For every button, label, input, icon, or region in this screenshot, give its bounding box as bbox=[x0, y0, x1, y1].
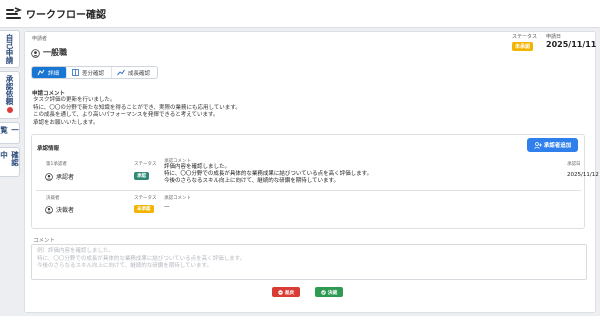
user-icon bbox=[45, 172, 53, 181]
return-icon bbox=[277, 289, 283, 295]
comment-textarea[interactable]: 例）評価内容を確認しました。 特に、〇〇分野での成長が具体的な業務成果に結びつい… bbox=[31, 244, 587, 280]
status-label: ステータス bbox=[134, 162, 157, 167]
tab-label: 成長確認 bbox=[128, 70, 151, 77]
comment-label: 承認コメント bbox=[164, 196, 191, 201]
status-label: ステータス bbox=[512, 34, 538, 40]
approval-info: 承認情報 承認者追加 第1承認者 承認者 ステータス 承認 承認コメント 評価内… bbox=[31, 134, 599, 229]
return-label: 差戻 bbox=[284, 290, 295, 296]
application-comment: タスク評価の更新を行いました。 特に、〇〇の分野で新たな知識を得ることができ、実… bbox=[33, 97, 241, 127]
user-icon bbox=[45, 205, 53, 214]
add-approver-label: 承認者追加 bbox=[543, 143, 572, 149]
comment-line: 承認をお願いいたします。 bbox=[33, 119, 99, 126]
side-tab-in-review[interactable]: 確認中 bbox=[0, 147, 20, 177]
growth-chart-icon bbox=[117, 69, 125, 76]
tab-detail[interactable]: 詳細 bbox=[32, 67, 68, 78]
status-badge: 未承認 bbox=[134, 205, 154, 213]
comment-line: この成長を通して、より高いパフォーマンスを発揮できると考えています。 bbox=[33, 112, 219, 118]
comment-line: 特に、〇〇分野での成長が具体的な業務成果に結びついている点を高く評価します。 bbox=[164, 171, 373, 177]
approver-row: 第1承認者 承認者 ステータス 承認 承認コメント 評価内容を確認しました。 特… bbox=[36, 155, 599, 191]
side-tab-label: 自己申請 bbox=[5, 34, 14, 64]
apply-date-label: 申請日 bbox=[546, 34, 562, 40]
tab-label: 差分確認 bbox=[82, 70, 105, 77]
tab-label: 詳細 bbox=[48, 70, 60, 77]
applicant-name: 一般職 bbox=[43, 48, 67, 57]
approver-person: 決裁者 bbox=[45, 205, 74, 214]
placeholder-line: 例）評価内容を確認しました。 bbox=[37, 248, 115, 254]
workflow-card: 申請者 一般職 ステータス 未承認 申請日 2025/11/11 詳細 差分確認… bbox=[24, 31, 599, 313]
workflow-icon bbox=[6, 6, 22, 21]
status-label: ステータス bbox=[134, 196, 157, 201]
approve-label: 決裁 bbox=[327, 290, 338, 296]
comment-line: 今後のさらなるスキル向上に向けて、継続的な研鑽を期待しています。 bbox=[164, 178, 340, 184]
status-badge: 未承認 bbox=[512, 42, 534, 51]
side-tab-label: 一覧 bbox=[0, 126, 20, 134]
approval-info-title: 承認情報 bbox=[37, 146, 60, 152]
detail-icon bbox=[37, 69, 45, 76]
approve-button[interactable]: 決裁 bbox=[315, 287, 343, 297]
approver-name: 決裁者 bbox=[56, 207, 75, 214]
side-tab-self-apply[interactable]: 自己申請 bbox=[0, 30, 20, 68]
applicant: 一般職 bbox=[31, 43, 67, 62]
approval-date-label: 承認日 bbox=[567, 162, 581, 167]
diff-icon bbox=[72, 69, 79, 76]
view-tabs: 詳細 差分確認 成長確認 bbox=[31, 66, 159, 79]
comment-input-label: コメント bbox=[33, 238, 56, 244]
comment-line: 評価内容を確認しました。 bbox=[164, 164, 231, 170]
approver-comment: 評価内容を確認しました。 特に、〇〇分野での成長が具体的な業務成果に結びついてい… bbox=[164, 164, 372, 185]
tab-growth[interactable]: 成長確認 bbox=[112, 67, 157, 78]
application-comment-title: 申請コメント bbox=[32, 91, 66, 97]
approver-person: 承認者 bbox=[45, 172, 74, 181]
app-header: ワークフロー確認 bbox=[0, 0, 600, 28]
approver-row: 決裁者 決裁者 ステータス 未承認 承認コメント — bbox=[36, 193, 581, 217]
role-label: 第1承認者 bbox=[46, 162, 67, 167]
approver-name: 承認者 bbox=[56, 174, 75, 181]
placeholder-line: 今後のさらなるスキル向上に向けて、継続的な研鑽を期待しています。 bbox=[37, 263, 213, 269]
role-label: 決裁者 bbox=[46, 196, 60, 201]
check-icon bbox=[320, 289, 326, 295]
add-approver-button[interactable]: 承認者追加 bbox=[527, 138, 578, 152]
notification-dot-icon bbox=[6, 107, 13, 113]
status-badge: 承認 bbox=[134, 172, 149, 180]
page-title: ワークフロー確認 bbox=[26, 10, 106, 21]
side-tabs: 自己申請 承認依頼 一覧 確認中 bbox=[0, 30, 22, 180]
side-tab-list[interactable]: 一覧 bbox=[0, 122, 20, 144]
user-icon bbox=[31, 43, 40, 62]
approval-date: 2025/11/12 bbox=[567, 172, 599, 178]
side-tab-approval-request[interactable]: 承認依頼 bbox=[0, 71, 20, 119]
applicant-label: 申請者 bbox=[32, 36, 48, 42]
tab-diff[interactable]: 差分確認 bbox=[67, 67, 113, 78]
side-tab-label: 確認中 bbox=[0, 151, 20, 166]
approver-comment: — bbox=[164, 204, 170, 210]
apply-date: 2025/11/11 bbox=[546, 40, 597, 49]
placeholder-line: 特に、〇〇分野での成長が具体的な業務成果に結びついている点を高く評価します。 bbox=[37, 255, 246, 262]
comment-line: タスク評価の更新を行いました。 bbox=[33, 97, 116, 103]
add-user-icon bbox=[533, 141, 542, 149]
return-button[interactable]: 差戻 bbox=[272, 287, 300, 297]
side-tab-label: 承認依頼 bbox=[5, 75, 14, 105]
comment-line: 特に、〇〇の分野で新たな知識を得ることができ、実際の業務にも応用しています。 bbox=[33, 104, 241, 111]
